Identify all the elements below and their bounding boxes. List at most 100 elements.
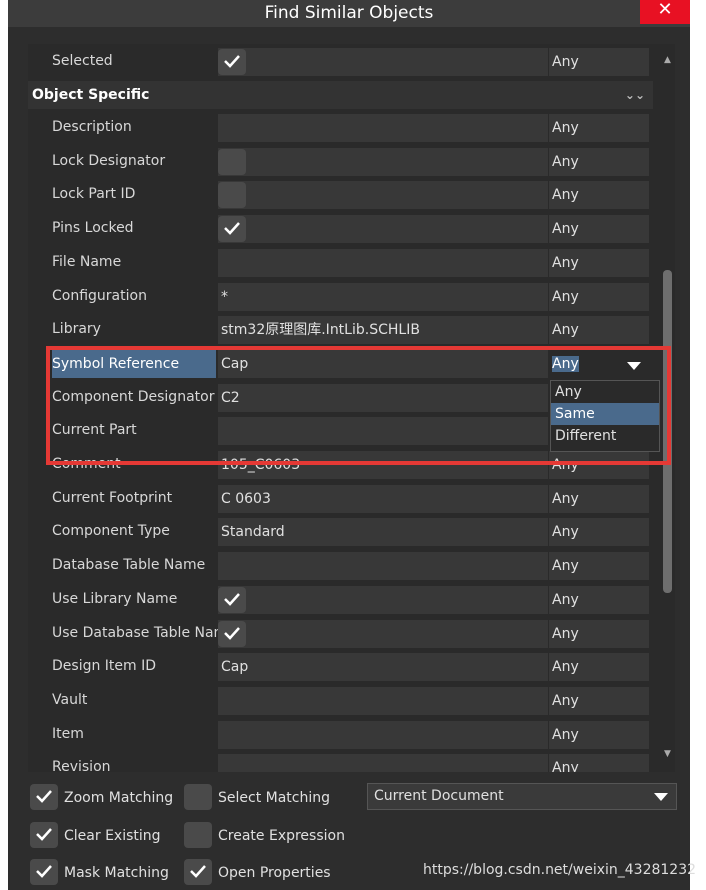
clear-existing-checkbox[interactable] xyxy=(30,822,58,848)
grid-row[interactable]: Vault Any xyxy=(28,684,653,717)
grid-row-match[interactable]: Any xyxy=(549,619,649,648)
grid-row-value[interactable]: * xyxy=(218,282,548,311)
select-matching-checkbox[interactable] xyxy=(184,784,212,810)
grid-row-match-text: Any xyxy=(552,692,579,709)
grid-row[interactable]: Configuration * Any xyxy=(28,280,653,313)
grid-row-match[interactable]: Any xyxy=(549,48,649,76)
grid-row-match[interactable]: Any xyxy=(549,181,649,210)
grid-row[interactable]: Description Any xyxy=(28,111,653,144)
option-label: Clear Existing xyxy=(64,828,161,844)
grid-row[interactable]: Pins Locked Any xyxy=(28,212,653,245)
row-checkbox[interactable] xyxy=(218,586,246,613)
match-dropdown-list: Any Same Different xyxy=(550,380,660,452)
dialog-titlebar: Find Similar Objects ✕ xyxy=(8,0,690,27)
grid-row-value[interactable]: C 0603 xyxy=(218,484,548,513)
scroll-up-arrow-icon[interactable]: ▲ xyxy=(661,54,674,67)
background-app-left xyxy=(0,0,8,890)
option-label: Open Properties xyxy=(218,865,331,881)
match-option-different[interactable]: Different xyxy=(551,425,659,447)
grid-row[interactable]: Library stm32原理图库.IntLib.SCHLIB Any xyxy=(28,313,653,346)
grid-row-value[interactable] xyxy=(218,417,548,446)
grid-row[interactable]: File Name Any xyxy=(28,246,653,279)
grid-row-match[interactable]: Any xyxy=(549,147,649,176)
grid-row[interactable]: Use Database Table Name Any xyxy=(28,617,653,650)
grid-row[interactable]: Component Type Standard Any xyxy=(28,515,653,548)
grid-row-label: Comment xyxy=(52,456,121,472)
grid-row-value[interactable] xyxy=(218,754,548,772)
grid-row-match[interactable]: Any xyxy=(549,686,649,715)
grid-row-value[interactable] xyxy=(218,114,548,142)
scroll-thumb[interactable] xyxy=(663,270,672,593)
grid-row[interactable]: Design Item ID Cap Any xyxy=(28,650,653,683)
grid-row-value-text: Standard xyxy=(221,524,285,541)
grid-row-value[interactable] xyxy=(218,552,548,581)
scope-select[interactable]: Current Document xyxy=(367,783,677,810)
grid-row-match-text: Any xyxy=(552,760,579,772)
grid-row-value[interactable] xyxy=(218,686,548,715)
row-checkbox[interactable] xyxy=(218,148,246,175)
grid-row-match-text: Any xyxy=(552,625,579,642)
zoom-matching-checkbox[interactable] xyxy=(30,784,58,810)
grid-row-match[interactable]: Any xyxy=(549,114,649,142)
section-title: Object Specific xyxy=(32,87,150,103)
grid-row-value[interactable]: 105_C0603 xyxy=(218,451,548,479)
grid-row[interactable]: Current Footprint C 0603 Any xyxy=(28,482,653,515)
grid-row-value[interactable] xyxy=(218,720,548,749)
grid-row-label: Symbol Reference xyxy=(52,349,216,378)
grid-row[interactable]: Item Any xyxy=(28,718,653,751)
row-checkbox[interactable] xyxy=(218,216,246,243)
grid-row-match-text: Any xyxy=(552,659,579,676)
grid-row-label: Use Library Name xyxy=(52,590,178,607)
grid-scrollbar[interactable]: ▲ ▼ xyxy=(660,44,675,772)
grid-row-match[interactable]: Any xyxy=(549,248,649,277)
grid-row-match[interactable]: Any xyxy=(549,282,649,311)
row-checkbox[interactable] xyxy=(218,182,246,209)
grid-row[interactable]: Revision Any xyxy=(28,751,653,772)
grid-row-label: Design Item ID xyxy=(52,658,157,675)
grid-row[interactable]: Database Table Name Any xyxy=(28,549,653,582)
collapse-chevron-icon[interactable]: ⌄⌄ xyxy=(625,81,645,109)
section-object-specific[interactable]: Object Specific ⌄⌄ xyxy=(28,81,653,109)
grid-row[interactable]: Comment 105_C0603 Any xyxy=(28,448,653,481)
row-checkbox[interactable] xyxy=(218,620,246,647)
grid-row-value[interactable] xyxy=(218,181,548,210)
grid-row-value[interactable]: Cap xyxy=(218,653,548,682)
grid-row-value[interactable]: Cap xyxy=(218,349,548,378)
grid-row-value[interactable]: stm32原理图库.IntLib.SCHLIB xyxy=(218,316,548,345)
grid-row-match[interactable]: Any xyxy=(549,552,649,581)
grid-row-value[interactable]: C2 xyxy=(218,383,548,412)
grid-row-value[interactable] xyxy=(218,619,548,648)
chevron-down-icon[interactable] xyxy=(627,361,641,370)
grid-row-match[interactable]: Any xyxy=(549,585,649,614)
grid-row-value[interactable] xyxy=(218,585,548,614)
grid-row-match[interactable]: Any xyxy=(549,720,649,749)
grid-row-match[interactable]: Any xyxy=(549,451,649,479)
grid-row-match[interactable]: Any xyxy=(549,754,649,772)
grid-row[interactable]: Lock Designator Any xyxy=(28,145,653,178)
scope-select-value: Current Document xyxy=(374,788,504,804)
create-expression-checkbox[interactable] xyxy=(184,822,212,848)
close-button[interactable]: ✕ xyxy=(640,0,690,24)
open-properties-checkbox[interactable] xyxy=(184,859,212,885)
grid-row-value[interactable] xyxy=(218,215,548,244)
checkmark-icon xyxy=(190,865,206,878)
grid-row-match[interactable]: Any xyxy=(549,518,649,547)
grid-row-match[interactable]: Any xyxy=(549,349,649,378)
grid-row[interactable]: Lock Part ID Any xyxy=(28,178,653,211)
match-option-same[interactable]: Same xyxy=(551,403,659,425)
grid-row-value[interactable]: Standard xyxy=(218,518,548,547)
match-option-any[interactable]: Any xyxy=(551,381,659,403)
grid-row-match[interactable]: Any xyxy=(549,316,649,345)
grid-row-value[interactable] xyxy=(218,147,548,176)
grid-row[interactable]: Use Library Name Any xyxy=(28,583,653,616)
mask-matching-checkbox[interactable] xyxy=(30,859,58,885)
scroll-down-arrow-icon[interactable]: ▼ xyxy=(661,748,674,761)
grid-row-value[interactable] xyxy=(218,248,548,277)
chevron-down-icon xyxy=(654,793,668,801)
grid-row[interactable]: Symbol Reference Cap Any xyxy=(28,347,653,380)
selected-checkbox[interactable] xyxy=(218,49,246,75)
grid-row-match[interactable]: Any xyxy=(549,484,649,513)
grid-row-match[interactable]: Any xyxy=(549,215,649,244)
grid-row-value[interactable] xyxy=(218,48,548,76)
grid-row-match[interactable]: Any xyxy=(549,653,649,682)
